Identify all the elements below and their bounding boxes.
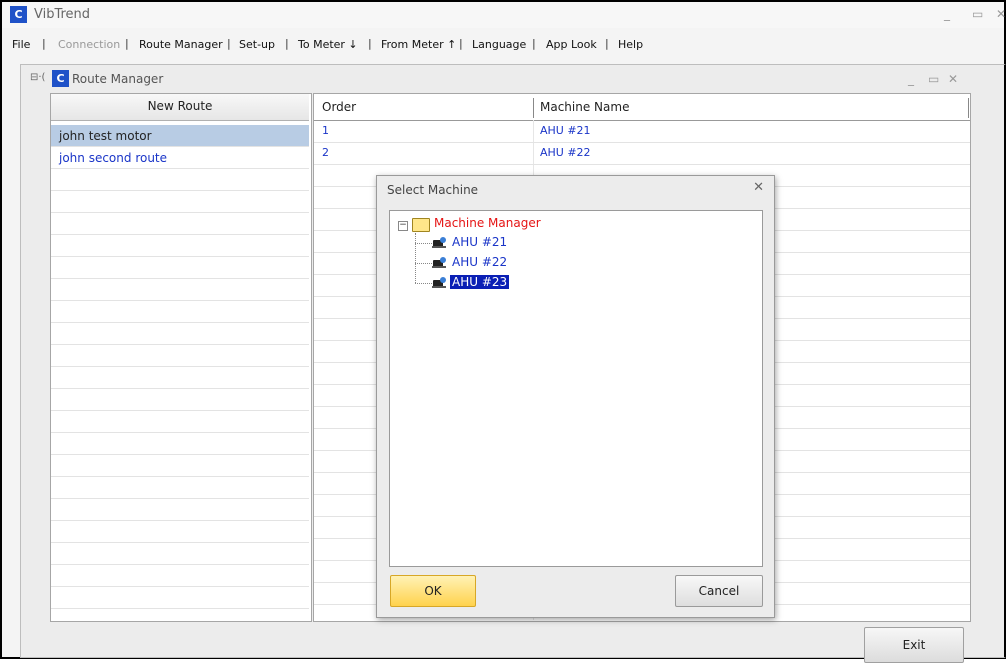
grid-header: Order Machine Name [314,94,970,121]
empty-row [51,455,309,477]
empty-row [51,565,309,587]
order-cell: 1 [322,124,329,137]
empty-row [51,477,309,499]
tree-connector [415,243,432,244]
empty-row [51,521,309,543]
menu-separator: | [227,37,231,50]
empty-row [51,323,309,345]
empty-row [51,345,309,367]
menu-set-up[interactable]: Set-up [239,38,275,51]
route-item-label: john test motor [59,129,152,143]
child-minimize-button[interactable]: _ [908,72,914,86]
machine-icon [432,277,446,288]
menu-language[interactable]: Language [472,38,526,51]
column-divider[interactable] [533,98,534,118]
menu-separator: | [42,37,46,50]
empty-row [51,389,309,411]
dialog-title: Select Machine [387,183,479,197]
collapse-icon[interactable]: − [398,221,408,231]
tree-connector [415,263,432,264]
menu-separator: | [125,37,129,50]
menu-bar: File | Connection | Route Manager | Set-… [2,35,1004,55]
menu-from-meter[interactable]: From Meter ↑ [381,38,456,51]
app-logo-icon: C [52,70,69,87]
exit-button[interactable]: Exit [864,627,964,663]
empty-row [51,169,309,191]
minimize-button[interactable]: _ [944,7,950,21]
cancel-button[interactable]: Cancel [675,575,763,607]
empty-row [51,587,309,609]
child-window-title: Route Manager [72,72,164,86]
machine-icon [432,237,446,248]
menu-app-look[interactable]: App Look [546,38,597,51]
folder-icon [412,218,430,232]
tree-connector [415,233,416,283]
empty-row [51,279,309,301]
app-logo-icon: C [10,6,27,23]
empty-row [51,191,309,213]
child-close-button[interactable]: ✕ [948,72,958,86]
tree-item-machine-selected[interactable]: AHU #23 [450,275,510,289]
tree-item-machine[interactable]: AHU #22 [450,255,509,269]
tree-item-machine[interactable]: AHU #21 [450,235,509,249]
route-item[interactable]: john test motor [51,125,309,147]
empty-row [51,257,309,279]
menu-route-manager[interactable]: Route Manager [139,38,223,51]
select-machine-dialog: Select Machine ✕ − Machine Manager AHU #… [376,175,775,618]
empty-row [51,213,309,235]
tree-connector [415,283,432,284]
menu-file[interactable]: File [12,38,30,51]
route-list-panel: New Route john test motor john second ro… [50,93,312,622]
title-bar: C VibTrend _ ▭ ✕ [2,2,1006,28]
menu-separator: | [532,37,536,50]
column-header-machine-name[interactable]: Machine Name [540,100,629,114]
machine-tree: − Machine Manager AHU #21 AHU #22 AHU #2… [389,210,763,567]
empty-row [51,499,309,521]
empty-row [51,301,309,323]
ok-button[interactable]: OK [390,575,476,607]
table-row[interactable]: 1 AHU #21 [314,121,970,143]
table-row[interactable]: 2 AHU #22 [314,143,970,165]
machine-icon [432,257,446,268]
route-manager-title-bar: C Route Manager _ ▭ ✕ [48,66,968,92]
empty-row [51,367,309,389]
order-cell: 2 [322,146,329,159]
tree-root-machine-manager[interactable]: Machine Manager [434,216,541,230]
tree-expander-icon[interactable]: ⊟·( [30,72,45,83]
menu-help[interactable]: Help [618,38,643,51]
route-item-label: john second route [59,151,168,165]
menu-separator: | [459,37,463,50]
menu-to-meter[interactable]: To Meter ↓ [298,38,358,51]
machine-name-cell: AHU #22 [540,146,591,159]
empty-row [51,433,309,455]
app-title: VibTrend [34,7,91,22]
machine-name-cell: AHU #21 [540,124,591,137]
child-restore-button[interactable]: ▭ [928,72,939,86]
new-route-button[interactable]: New Route [51,94,309,121]
column-divider[interactable] [968,98,969,118]
empty-row [51,543,309,565]
close-button[interactable]: ✕ [996,7,1006,21]
menu-separator: | [285,37,289,50]
dialog-close-button[interactable]: ✕ [753,180,764,195]
restore-button[interactable]: ▭ [972,7,983,21]
route-item[interactable]: john second route [51,147,309,169]
column-header-order[interactable]: Order [322,100,356,114]
menu-connection[interactable]: Connection [58,38,120,51]
empty-row [51,235,309,257]
empty-row [51,411,309,433]
menu-separator: | [605,37,609,50]
menu-separator: | [368,37,372,50]
